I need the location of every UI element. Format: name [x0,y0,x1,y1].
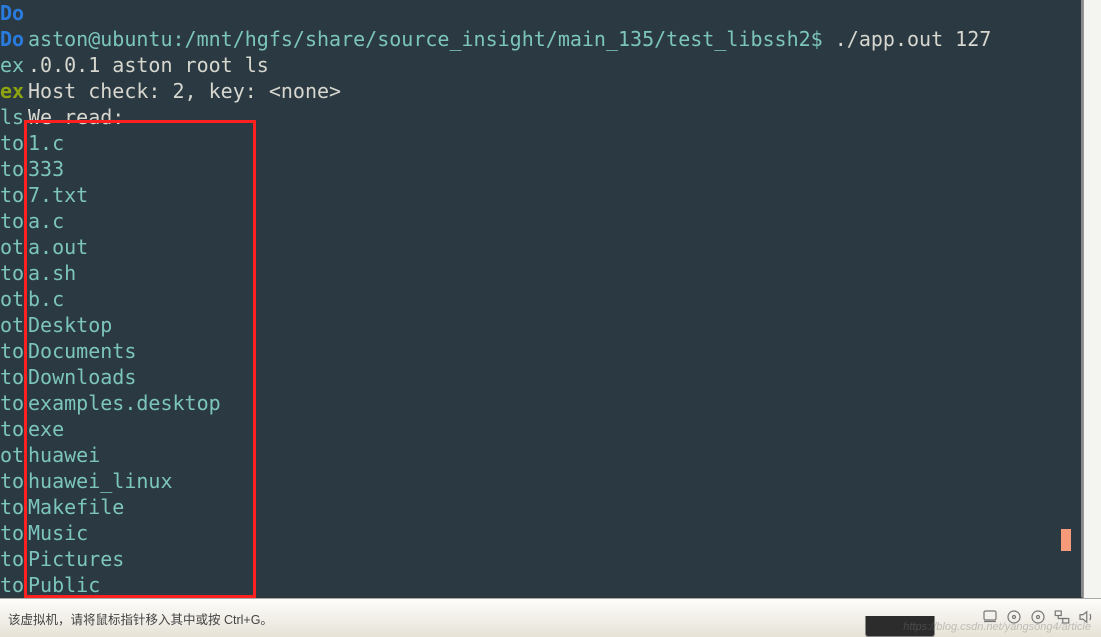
listing-entry: exe [28,417,64,441]
listing-entry: huawei_linux [28,469,173,493]
gutter-fragment: to [0,520,28,546]
gutter-fragment: to [0,260,28,286]
terminal-cursor [1061,529,1071,551]
gutter-fragment: to [0,546,28,572]
gutter-fragment: to [0,182,28,208]
prompt-command: ./app.out 127 [823,27,992,51]
gutter-fragment: Do [0,26,28,52]
terminal-output[interactable]: DoDoaston@ubuntu:/mnt/hgfs/share/source_… [0,0,1083,598]
we-read-line: We read: [28,105,124,129]
listing-entry: 333 [28,157,64,181]
gutter-fragment: to [0,338,28,364]
gutter-fragment: ex [0,78,28,104]
listing-entry: Music [28,521,88,545]
gutter-fragment: to [0,416,28,442]
listing-entry: 7.txt [28,183,88,207]
listing-entry: b.c [28,287,64,311]
gutter-fragment: to [0,390,28,416]
gutter-fragment: to [0,364,28,390]
listing-entry: Downloads [28,365,136,389]
listing-entry: a.sh [28,261,76,285]
listing-entry: examples.desktop [28,391,221,415]
gutter-fragment: ot [0,312,28,338]
listing-entry: 1.c [28,131,64,155]
listing-entry: Pictures [28,547,124,571]
scrollbar-track[interactable] [1083,0,1101,598]
gutter-fragment: ot [0,234,28,260]
gutter-fragment: ls [0,104,28,130]
listing-entry: Makefile [28,495,124,519]
prompt-path: :/mnt/hgfs/share/source_insight/main_135… [173,27,823,51]
listing-entry: Documents [28,339,136,363]
listing-entry: a.out [28,235,88,259]
host-check-line: Host check: 2, key: <none> [28,79,341,103]
gutter-fragment: ot [0,286,28,312]
gutter-fragment: to [0,468,28,494]
terminal-window: DoDoaston@ubuntu:/mnt/hgfs/share/source_… [0,0,1083,598]
listing-entry: Desktop [28,313,112,337]
gutter-fragment: to [0,130,28,156]
status-message: 该虚拟机，请将鼠标指针移入其中或按 Ctrl+G。 [8,609,273,628]
gutter-fragment: ot [0,442,28,468]
gutter-fragment: to [0,572,28,598]
gutter-fragment: ex [0,52,28,78]
gutter-fragment: Do [0,0,28,26]
gutter-fragment: to [0,156,28,182]
prompt-user: aston@ubuntu [28,27,173,51]
command-continuation: .0.0.1 aston root ls [28,53,269,77]
listing-entry: Public [28,573,100,597]
watermark-text: https://blog.csdn.net/yangsong4/article [903,621,1091,633]
gutter-fragment: to [0,208,28,234]
listing-entry: a.c [28,209,64,233]
listing-entry: huawei [28,443,100,467]
gutter-fragment: to [0,494,28,520]
